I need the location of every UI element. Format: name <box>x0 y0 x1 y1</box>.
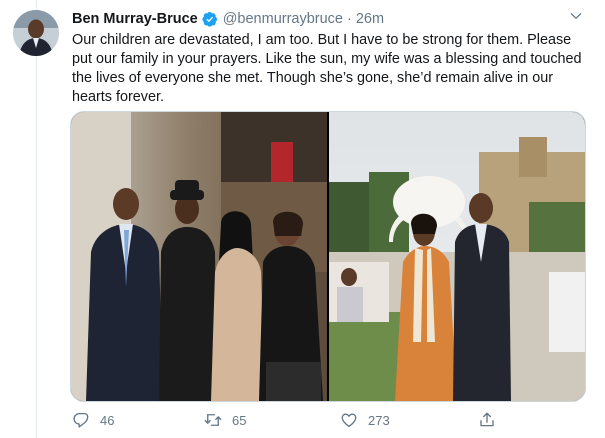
heart-icon <box>341 413 357 428</box>
tweet-timestamp[interactable]: 26m <box>356 11 384 27</box>
reply-icon <box>73 412 89 428</box>
verified-badge-icon <box>202 12 217 27</box>
thread-line <box>36 0 37 438</box>
author-handle[interactable]: @benmurraybruce <box>223 11 343 27</box>
chevron-down-icon[interactable] <box>569 9 583 23</box>
couple-photo[interactable] <box>329 112 585 401</box>
retweet-count: 65 <box>232 412 247 428</box>
share-icon <box>480 412 494 427</box>
reply-count: 46 <box>100 412 115 428</box>
couple-photo-image <box>329 112 585 401</box>
header-separator: · <box>347 11 352 27</box>
tweet-text: Our children are devastated, I am too. B… <box>72 32 582 105</box>
avatar-image <box>13 10 59 56</box>
tweet-header: Ben Murray-Bruce @benmurraybruce · 26m <box>72 9 384 29</box>
author-name[interactable]: Ben Murray-Bruce <box>72 11 198 27</box>
retweet-icon <box>204 414 222 426</box>
retweet-action[interactable]: 65 <box>204 411 246 429</box>
reply-action[interactable]: 46 <box>72 411 114 429</box>
media-grid <box>70 111 586 402</box>
like-count: 273 <box>368 412 390 428</box>
family-photo[interactable] <box>71 112 327 401</box>
family-photo-image <box>71 112 327 401</box>
tweet-actions: 46 65 273 <box>72 411 582 431</box>
like-action[interactable]: 273 <box>340 411 390 429</box>
share-action[interactable] <box>478 411 506 429</box>
author-avatar[interactable] <box>13 10 59 56</box>
